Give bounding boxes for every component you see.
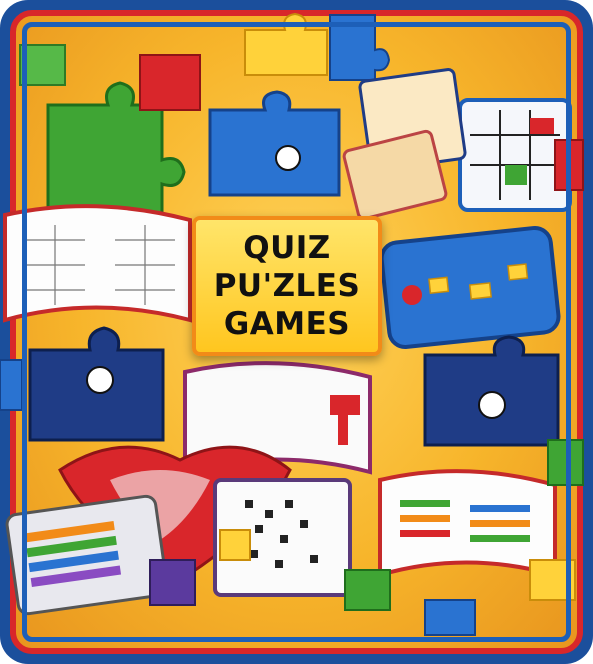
- illustration-frame: QUIZ PU'ZLES GAMES: [0, 0, 593, 664]
- blue-question-piece: [208, 90, 341, 197]
- green-puzzle-piece-bottom: [344, 569, 391, 611]
- title-line-games: GAMES: [223, 306, 351, 342]
- red-puzzle-piece-top: [139, 54, 201, 111]
- green-piece-small: [19, 44, 66, 86]
- yellow-puzzle-piece: [244, 12, 328, 76]
- yellow-puzzle-piece-bottom: [529, 559, 576, 601]
- purple-puzzle-piece: [149, 559, 196, 606]
- blue-puzzle-piece-left: [0, 359, 23, 411]
- navy-puzzle-piece-right: [423, 335, 560, 447]
- title-line-puzzles: PU'ZLES: [213, 268, 361, 304]
- green-puzzle-piece-right: [547, 439, 584, 486]
- title-card: QUIZ PU'ZLES GAMES: [192, 216, 382, 356]
- red-puzzle-piece-right: [554, 139, 584, 191]
- blue-puzzle-piece-top: [329, 14, 391, 81]
- map-card-2: [342, 129, 448, 221]
- puzzle-grid-card: [458, 98, 572, 212]
- title-line-quiz: QUIZ: [243, 230, 331, 266]
- open-workbook-left: [3, 204, 192, 323]
- blue-puzzle-piece-bottom: [424, 599, 476, 636]
